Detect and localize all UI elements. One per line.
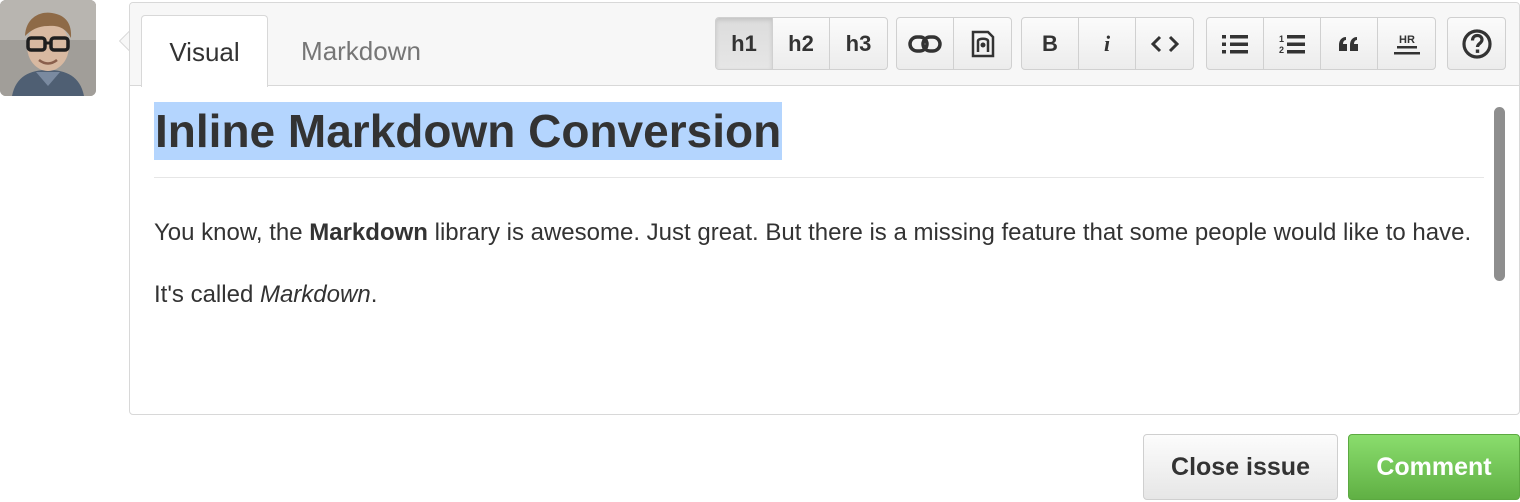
paragraph-1-text-a: You know, the — [154, 219, 310, 246]
text-style-button-group: B i — [1021, 17, 1194, 70]
quote-icon — [1339, 36, 1358, 51]
document-heading: Inline Markdown Conversion — [154, 102, 783, 160]
paragraph-1-bold: Markdown — [309, 219, 428, 246]
paragraph-1: You know, the Markdown library is awesom… — [154, 211, 1484, 254]
comment-button[interactable]: Comment — [1348, 434, 1520, 500]
image-button[interactable] — [954, 18, 1011, 69]
hr-label: HR — [1399, 34, 1415, 46]
ordered-num-2: 2 — [1279, 45, 1284, 55]
h1-button[interactable]: h1 — [716, 18, 773, 69]
paragraph-2-text-b: . — [370, 281, 378, 308]
insert-button-group — [896, 17, 1012, 70]
paragraph-2-text-a: It's called — [154, 281, 260, 308]
bold-label: B — [1042, 30, 1058, 56]
help-button-group — [1447, 17, 1506, 70]
heading-button-group: h1 h2 h3 — [715, 17, 888, 70]
editor-content[interactable]: Inline Markdown Conversion You know, the… — [154, 102, 1484, 316]
italic-label: i — [1103, 30, 1111, 56]
avatar[interactable] — [0, 0, 96, 96]
ordered-list-button[interactable]: 1 2 — [1264, 18, 1321, 69]
paragraph-2: It's called Markdown. — [154, 273, 1484, 316]
scrollbar-thumb[interactable] — [1494, 107, 1505, 281]
h2-button[interactable]: h2 — [773, 18, 830, 69]
heading-divider — [154, 177, 1484, 178]
comment-editor: Visual Markdown h1 h2 h3 B i 1 2 HR Inli… — [129, 2, 1520, 415]
paragraph-2-italic: Markdown — [259, 281, 371, 308]
bullet-list-button[interactable] — [1207, 18, 1264, 69]
ordered-list-icon: 1 2 — [1279, 34, 1305, 55]
code-icon — [1150, 35, 1179, 52]
ordered-num-1: 1 — [1279, 34, 1284, 44]
bullet-list-icon — [1222, 34, 1248, 53]
paragraph-1-text-b: library is awesome. Just great. But ther… — [427, 219, 1472, 246]
quote-button[interactable] — [1321, 18, 1378, 69]
help-button[interactable] — [1448, 18, 1505, 69]
tab-visual[interactable]: Visual — [141, 15, 268, 87]
close-issue-button[interactable]: Close issue — [1143, 434, 1338, 500]
tab-markdown[interactable]: Markdown — [276, 15, 446, 87]
horizontal-rule-icon: HR — [1393, 34, 1420, 54]
image-icon — [971, 30, 994, 57]
h3-button[interactable]: h3 — [830, 18, 887, 69]
help-icon — [1461, 28, 1492, 59]
link-icon — [908, 34, 942, 53]
italic-button[interactable]: i — [1079, 18, 1136, 69]
link-button[interactable] — [897, 18, 954, 69]
bold-button[interactable]: B — [1022, 18, 1079, 69]
user-photo — [0, 0, 96, 96]
code-button[interactable] — [1136, 18, 1193, 69]
horizontal-rule-button[interactable]: HR — [1378, 18, 1435, 69]
block-button-group: 1 2 HR — [1206, 17, 1436, 70]
editor-toolbar-bar: Visual Markdown h1 h2 h3 B i 1 2 HR — [130, 3, 1519, 87]
